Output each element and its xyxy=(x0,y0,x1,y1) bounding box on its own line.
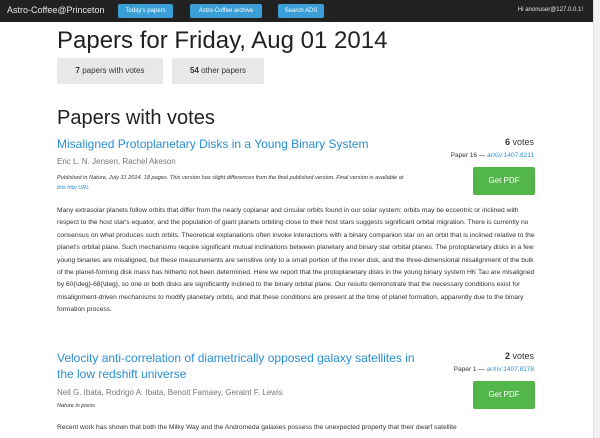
top-navbar: Astro-Coffee@Princeton Today's papers As… xyxy=(0,0,593,22)
brand-link[interactable]: Astro-Coffee@Princeton xyxy=(7,5,105,15)
arxiv-link[interactable]: arXiv:1407.8211 xyxy=(487,152,534,159)
get-pdf-button[interactable]: Get PDF xyxy=(473,381,535,409)
paper-comment: Nature in press xyxy=(57,403,95,409)
vote-number: 2 xyxy=(504,351,510,361)
paper-info: Paper 16 — arXiv:1407.8211 xyxy=(451,152,534,159)
paper-title-link[interactable]: Misaligned Protoplanetary Disks in a You… xyxy=(57,136,397,152)
paper-info: Paper 1 — arXiv:1407.8178 xyxy=(454,366,534,373)
todays-papers-button[interactable]: Today's papers xyxy=(118,4,173,18)
vote-number: 6 xyxy=(504,137,510,147)
vote-label: votes xyxy=(512,137,534,147)
user-greeting[interactable]: Hi anonuser@127.0.0.1! xyxy=(518,7,583,13)
paper-comment-text: Published in Nature, July 31 2014. 18 pa… xyxy=(57,175,404,181)
with-votes-number: 7 xyxy=(75,66,80,75)
paper-title-link[interactable]: Velocity anti-correlation of diametrical… xyxy=(57,350,417,382)
paper-abstract: Recent work has shown that both the Milk… xyxy=(57,424,457,431)
other-papers-count[interactable]: 54 other papers xyxy=(172,58,264,84)
page-title: Papers for Friday, Aug 01 2014 xyxy=(57,27,388,54)
paper-comment: Published in Nature, July 31 2014. 18 pa… xyxy=(57,173,407,193)
with-votes-label: papers with votes xyxy=(82,66,145,75)
search-ads-button[interactable]: Search ADS xyxy=(278,4,324,18)
vote-count: 2 votes xyxy=(505,351,534,361)
paper-comment-link[interactable]: this http URL xyxy=(57,185,89,191)
paper-authors: Neil G. Ibata, Rodrigo A. Ibata, Benoit … xyxy=(57,388,283,397)
vote-count: 6 votes xyxy=(505,137,534,147)
paper-number: Paper 16 — xyxy=(450,152,486,159)
other-number: 54 xyxy=(189,66,199,75)
page-scrollbar[interactable] xyxy=(593,0,600,438)
papers-with-votes-count[interactable]: 7 papers with votes xyxy=(57,58,163,84)
section-title: Papers with votes xyxy=(57,107,215,129)
get-pdf-button[interactable]: Get PDF xyxy=(473,167,535,195)
paper-authors: Eric L. N. Jensen, Rachel Akeson xyxy=(57,157,176,166)
other-label: other papers xyxy=(201,66,247,75)
paper-number: Paper 1 — xyxy=(453,366,485,373)
paper-abstract: Many extrasolar planets follow orbits th… xyxy=(57,207,535,314)
arxiv-link[interactable]: arXiv:1407.8178 xyxy=(487,366,534,373)
vote-label: votes xyxy=(512,351,534,361)
archive-button[interactable]: Astro-Coffee archive xyxy=(190,4,262,18)
